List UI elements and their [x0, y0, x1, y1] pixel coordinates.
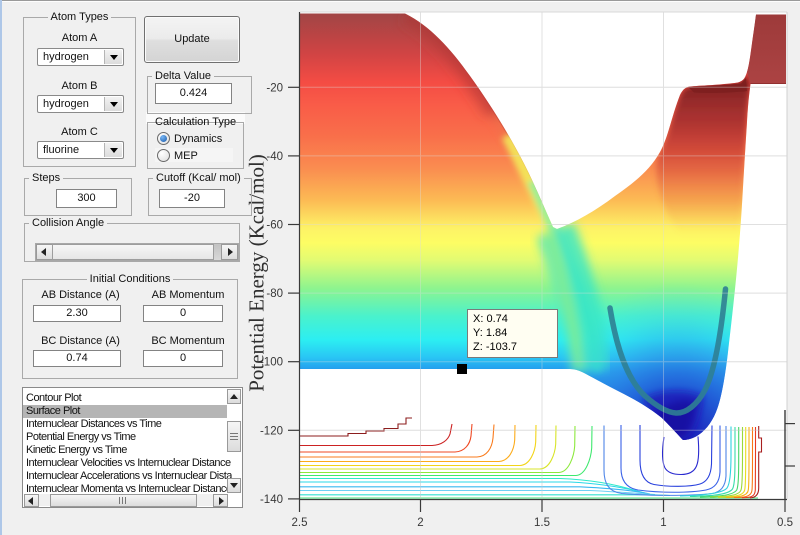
svg-text:X: 0.74: X: 0.74 [473, 313, 508, 325]
svg-text:Z: -103.7: Z: -103.7 [473, 341, 517, 353]
svg-text:-20: -20 [266, 82, 283, 94]
svg-text:0.5: 0.5 [777, 517, 793, 529]
svg-text:-140: -140 [260, 494, 283, 506]
svg-text:-80: -80 [266, 288, 283, 300]
svg-text:-120: -120 [260, 425, 283, 437]
svg-text:Y: 1.84: Y: 1.84 [473, 327, 507, 339]
svg-text:-60: -60 [266, 220, 283, 232]
svg-text:-40: -40 [266, 151, 283, 163]
svg-text:2: 2 [417, 517, 423, 529]
svg-text:2.5: 2.5 [292, 517, 308, 529]
svg-text:1.5: 1.5 [534, 517, 550, 529]
svg-text:1: 1 [660, 517, 666, 529]
